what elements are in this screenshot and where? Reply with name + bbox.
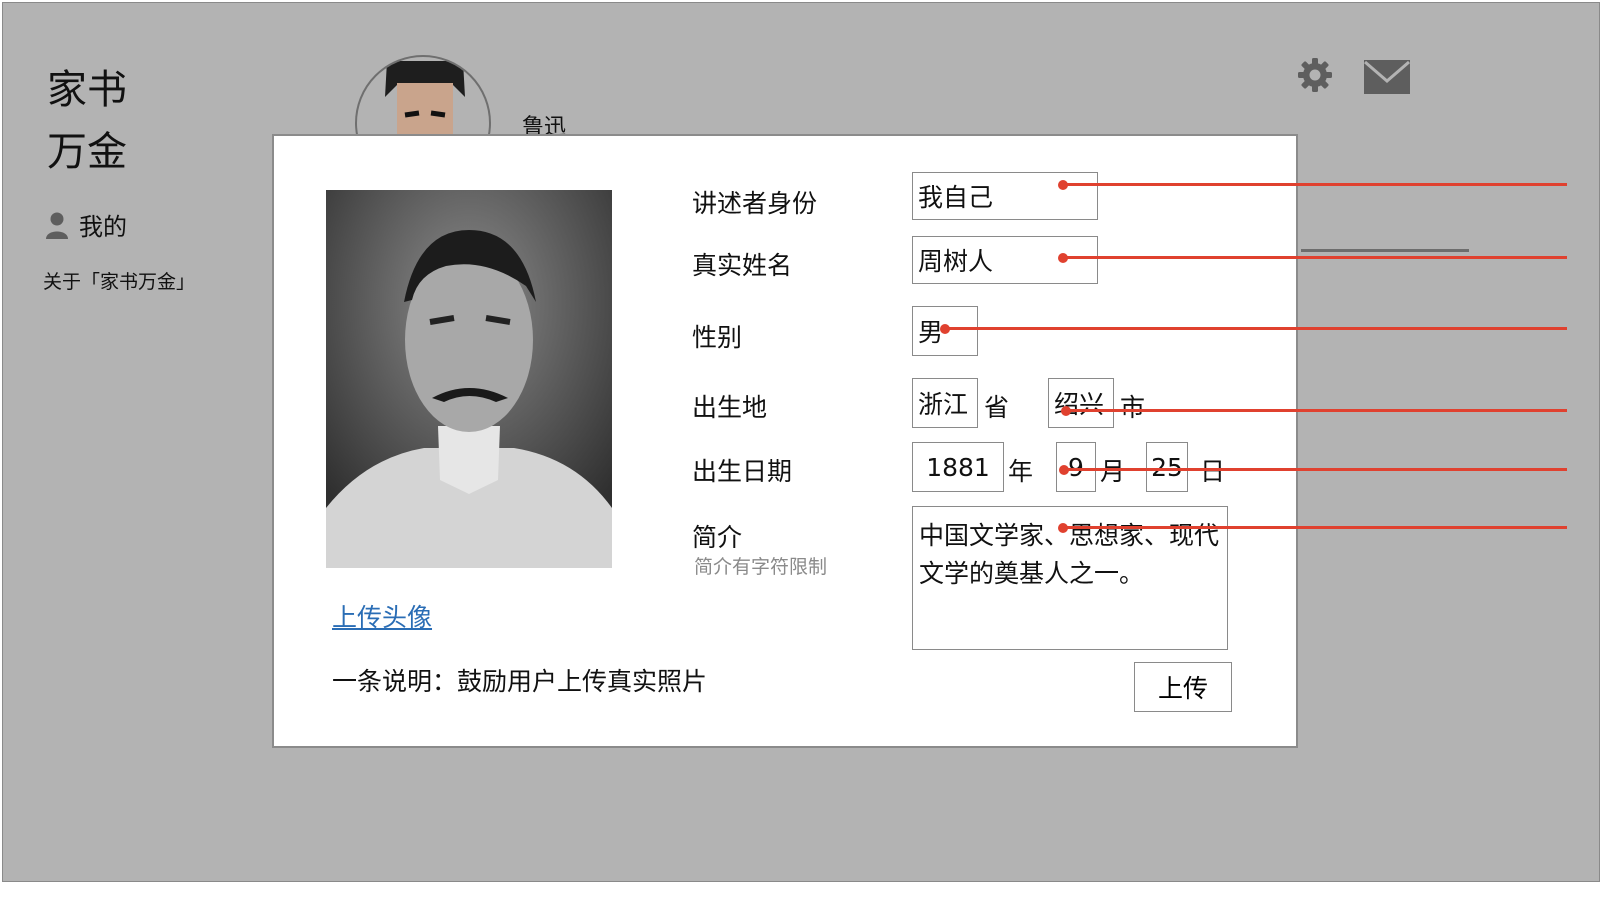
annotation-line-gender <box>945 327 1567 330</box>
annotation-dot-realname <box>1058 253 1068 263</box>
background-divider <box>1301 249 1469 252</box>
year-input[interactable] <box>912 442 1004 492</box>
upload-avatar-link[interactable]: 上传头像 <box>332 598 432 634</box>
gear-icon[interactable] <box>1297 57 1333 93</box>
annotation-line-bio <box>1063 526 1567 529</box>
annotation-line-narrator <box>1063 183 1567 186</box>
app-logo: 家书 万金 <box>47 59 127 183</box>
photo-note: 一条说明：鼓励用户上传真实照片 <box>332 667 708 696</box>
realname-label: 真实姓名 <box>692 251 793 280</box>
nav-my-label: 我的 <box>79 213 127 241</box>
province-unit: 省 <box>984 393 1010 422</box>
year-unit: 年 <box>1008 457 1034 486</box>
annotation-line-realname <box>1063 256 1567 259</box>
birthdate-label: 出生日期 <box>692 457 793 486</box>
annotation-line-birthdate <box>1064 468 1567 471</box>
bio-hint: 简介有字符限制 <box>694 556 828 578</box>
bio-label: 简介 <box>692 523 743 552</box>
nav-item-about[interactable]: 关于「家书万金」 <box>43 267 195 294</box>
gender-label: 性别 <box>692 323 743 352</box>
profile-photo <box>326 190 612 568</box>
annotation-dot-birthplace <box>1061 406 1071 416</box>
logo-line-2: 万金 <box>47 129 127 175</box>
realname-input[interactable] <box>912 236 1098 284</box>
day-input[interactable] <box>1146 442 1188 492</box>
logo-line-1: 家书 <box>47 67 127 113</box>
birthplace-label: 出生地 <box>692 393 768 422</box>
narrator-label: 讲述者身份 <box>692 189 818 218</box>
nav-item-my[interactable]: 我的 <box>45 207 127 242</box>
annotation-line-birthplace <box>1066 409 1567 412</box>
mail-icon[interactable] <box>1363 59 1411 95</box>
submit-upload-button[interactable]: 上传 <box>1134 662 1232 712</box>
annotation-dot-birthdate <box>1059 465 1069 475</box>
city-unit: 市 <box>1120 393 1146 422</box>
annotation-dot-gender <box>940 324 950 334</box>
city-input[interactable] <box>1048 378 1114 428</box>
province-input[interactable] <box>912 378 978 428</box>
annotation-dot-bio <box>1058 523 1068 533</box>
annotation-dot-narrator <box>1058 180 1068 190</box>
narrator-input[interactable] <box>912 172 1098 220</box>
user-icon <box>46 212 68 239</box>
edit-profile-modal: 上传头像 一条说明：鼓励用户上传真实照片 讲述者身份 真实姓名 性别 出生地 出… <box>272 134 1298 748</box>
